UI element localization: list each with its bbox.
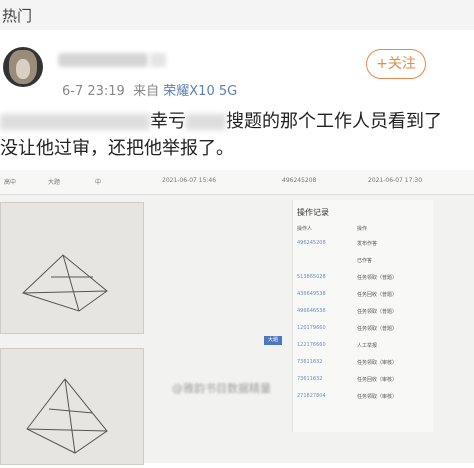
question-photo-1 <box>0 202 144 334</box>
log-row-user[interactable]: 120179660 <box>297 325 326 331</box>
log-row-action: 任务领取（普题） <box>357 309 398 315</box>
post-line-2: 没让他过审，还把他举报了。 <box>0 138 234 159</box>
col-header-user: 操作人 <box>297 226 313 232</box>
post-text: 幸亏 搜题的那个工作人员看到了 没让他过审，还把他举报了。 <box>0 108 470 162</box>
log-row-user[interactable]: 73611632 <box>297 376 322 382</box>
hdr-type: 大题 <box>48 179 61 186</box>
hdr-date1: 2021-06-07 15:46 <box>162 177 217 184</box>
post-line-1: 幸亏 搜题的那个工作人员看到了 <box>0 108 470 135</box>
log-row-user[interactable]: 271827804 <box>297 393 326 399</box>
log-row-action: 已作答 <box>357 258 373 264</box>
redacted-text <box>0 114 150 130</box>
top-bar: 热门 <box>0 0 474 30</box>
follow-button[interactable]: +关注 <box>366 49 426 79</box>
hdr-subject: 高中 <box>4 179 17 186</box>
log-row-user[interactable]: 513865028 <box>297 274 326 280</box>
hdr-date2: 2021-06-07 17:30 <box>368 177 423 184</box>
username-badge-blurred <box>150 53 166 67</box>
log-row-action: 任务领取（普题） <box>357 275 398 281</box>
avatar-face <box>16 59 30 79</box>
log-row-action: 发布作答 <box>357 241 378 247</box>
log-row-user[interactable]: 73611632 <box>297 359 322 365</box>
post-time: 6-7 23:19 <box>62 84 125 99</box>
post-line-1-b: 搜题的那个工作人员看到了 <box>226 111 442 132</box>
redacted-text <box>186 114 226 130</box>
watermark: @雅韵书目数据精量 <box>172 382 271 395</box>
log-row-user[interactable]: 496646538 <box>297 308 326 314</box>
log-row-action: 任务领取（审核） <box>357 360 398 366</box>
log-row-user[interactable]: 436649538 <box>297 291 326 297</box>
question-photo-2 <box>0 348 144 465</box>
log-row-action: 任务领取（审核） <box>357 394 398 400</box>
log-row-action: 任务领取（普题） <box>357 326 398 332</box>
log-row-user[interactable]: 496245208 <box>297 240 326 246</box>
operation-log-panel: 操作记录 操作人 操作 496245208 发布作答已作答 513865028 任务领… <box>292 200 433 432</box>
page-title: 热门 <box>2 7 33 25</box>
type-badge: 大题 <box>264 336 282 345</box>
post-meta: 6-7 23:19 来自 荣耀X10 5G <box>62 80 237 99</box>
geometry-diagram-2 <box>26 378 108 454</box>
screenshot-header: 高中 大题 中 2021-06-07 15:46 496245208 2021-… <box>0 170 474 195</box>
geometry-diagram-1 <box>22 254 108 312</box>
log-row-user[interactable]: 122176660 <box>297 342 326 348</box>
hdr-id: 496245208 <box>282 177 317 184</box>
hdr-grade: 中 <box>95 179 102 186</box>
col-header-action: 操作 <box>357 226 368 232</box>
avatar[interactable] <box>3 47 43 87</box>
log-row-action: 任务回收（普题） <box>357 292 398 298</box>
username-blurred[interactable] <box>58 53 148 67</box>
post-line-1-a: 幸亏 <box>150 111 186 132</box>
log-row-action: 任务回收（审核） <box>357 377 398 383</box>
source-prefix: 来自 <box>133 84 160 99</box>
embedded-screenshot[interactable]: 高中 大题 中 2021-06-07 15:46 496245208 2021-… <box>0 170 474 465</box>
panel-title: 操作记录 <box>297 208 329 217</box>
source-device[interactable]: 荣耀X10 5G <box>163 84 237 99</box>
log-row-action: 人工举报 <box>357 343 378 349</box>
